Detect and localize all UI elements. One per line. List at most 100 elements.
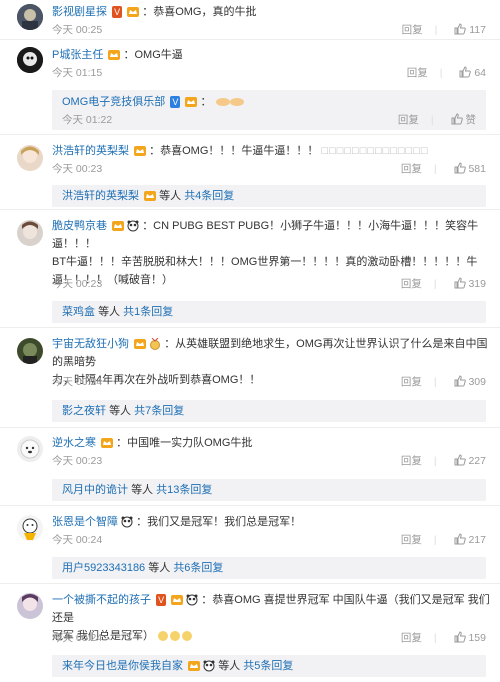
comment-item: P城张主任 ：OMG牛逼 今天 01:15 回复 | 64 OMG电子竞技俱乐部 …	[0, 40, 500, 135]
summary-count[interactable]: 共7条回复	[134, 405, 184, 417]
comment-item: 洪浩轩的英梨梨 ：恭喜OMG！！！牛逼牛逼！！！ □□□□□□□□□□□□□□ …	[0, 135, 500, 210]
avatar[interactable]	[17, 436, 43, 462]
reply-summary[interactable]: 洪浩轩的英梨梨 等人 共4条回复	[52, 185, 486, 207]
summary-text: 等人	[218, 660, 241, 672]
comment-text: ：我们又是冠军！我们总是冠军！	[136, 516, 302, 528]
like-button[interactable]: 217	[454, 532, 486, 548]
reply-button[interactable]: 回复	[401, 276, 422, 292]
comment-text: ：中国唯一实力队OMG牛批	[116, 437, 253, 449]
like-button[interactable]: 581	[454, 161, 486, 177]
like-button[interactable]: 64	[459, 65, 486, 81]
reply-button[interactable]: 回复	[401, 161, 422, 177]
panda-emoji-icon	[203, 660, 215, 672]
thumbs-up-icon	[454, 375, 466, 387]
like-count: 117	[469, 24, 486, 36]
like-button[interactable]: 117	[454, 22, 486, 38]
clap-emoji-icon	[215, 98, 244, 107]
thumbs-up-icon	[454, 533, 466, 545]
summary-count[interactable]: 共13条回复	[156, 484, 212, 496]
vip-crown-icon	[108, 50, 121, 61]
avatar[interactable]	[17, 338, 43, 364]
like-count: 309	[468, 376, 486, 388]
comment-username[interactable]: 一个被撕不起的孩子	[52, 594, 151, 606]
comment-item: 脆皮鸭京巷 ：CN PUBG BEST PUBG！小狮子牛逼！！！小海牛逼！！！…	[0, 210, 500, 328]
summary-text: 等人	[131, 484, 154, 496]
comment-time: 今天 00:24	[52, 534, 103, 546]
vip-crown-icon	[185, 97, 198, 108]
thumbs-up-icon	[451, 113, 463, 125]
comment-text: ：恭喜OMG，真的牛批	[142, 6, 257, 18]
summary-count[interactable]: 共1条回复	[123, 306, 173, 318]
reply-summary[interactable]: 用户5923343186 等人 共6条回复	[52, 557, 486, 579]
panda-emoji-icon	[186, 594, 198, 606]
sub-reply-username[interactable]: OMG电子竞技俱乐部	[62, 96, 165, 108]
thumbs-up-icon	[454, 23, 467, 35]
reply-button[interactable]: 回复	[398, 112, 419, 128]
vip-crown-icon	[144, 191, 157, 202]
like-count: 227	[468, 455, 486, 467]
comment-username[interactable]: 脆皮鸭京巷	[52, 220, 107, 232]
reply-button[interactable]: 回复	[401, 532, 422, 548]
comment-item: 影视剧星探 V ：恭喜OMG，真的牛批 今天 00:25 回复 | 117	[0, 0, 500, 40]
comment-text: ：恭喜OMG！！！牛逼牛逼！！！	[149, 145, 319, 157]
comment-time: 今天 00:23	[52, 278, 103, 290]
reply-button[interactable]: 回复	[401, 374, 422, 390]
avatar[interactable]	[17, 4, 43, 30]
verified-badge-icon: V	[170, 96, 181, 109]
like-count: 581	[468, 163, 486, 175]
summary-count[interactable]: 共4条回复	[184, 190, 234, 202]
avatar[interactable]	[17, 593, 43, 619]
comment-username[interactable]: 张恩是个智障	[52, 516, 118, 528]
reply-button[interactable]: 回复	[407, 65, 428, 81]
like-button[interactable]: 227	[454, 453, 486, 469]
like-count: 217	[468, 534, 486, 546]
comment-time: 今天 01:15	[52, 67, 103, 79]
avatar[interactable]	[17, 47, 43, 73]
comment-username[interactable]: 影视剧星探	[52, 6, 107, 18]
avatar[interactable]	[17, 145, 43, 171]
comment-username[interactable]: 洪浩轩的英梨梨	[52, 145, 129, 157]
comment-item: 逆水之寒 ：中国唯一实力队OMG牛批 今天 00:23 回复 | 227 风月中的…	[0, 428, 500, 506]
thumbs-up-icon	[454, 454, 466, 466]
reply-summary[interactable]: 菜鸡盒 等人 共1条回复	[52, 301, 486, 323]
avatar[interactable]	[17, 220, 43, 246]
comment-time: 今天 00:23	[52, 163, 103, 175]
summary-username[interactable]: 洪浩轩的英梨梨	[62, 190, 139, 202]
vip-crown-icon	[112, 221, 125, 232]
summary-username[interactable]: 菜鸡盒	[62, 306, 95, 318]
comment-username[interactable]: 宇宙无敌狂小狗	[52, 338, 129, 350]
summary-username[interactable]: 风月中的诡计	[62, 484, 128, 496]
summary-username[interactable]: 用户5923343186	[62, 562, 145, 574]
like-button[interactable]: 赞	[451, 112, 476, 128]
comment-username[interactable]: 逆水之寒	[52, 437, 96, 449]
vip-crown-icon	[101, 438, 114, 449]
reply-summary[interactable]: 影之夜轩 等人 共7条回复	[52, 400, 486, 422]
verified-badge-icon: V	[156, 594, 167, 607]
panda-emoji-icon	[127, 220, 139, 232]
like-count: 319	[468, 278, 486, 290]
medal-emoji-icon	[150, 338, 161, 351]
comment-username[interactable]: P城张主任	[52, 49, 103, 61]
summary-count[interactable]: 共5条回复	[243, 660, 293, 672]
reply-button[interactable]: 回复	[402, 22, 423, 38]
like-button[interactable]: 159	[454, 630, 486, 646]
sub-reply: OMG电子竞技俱乐部 V ： 今天 01:22 回复 | 赞	[52, 90, 486, 130]
verified-badge-icon: V	[112, 6, 123, 19]
like-count: 64	[474, 67, 486, 79]
comment-item: 张恩是个智障 ：我们又是冠军！我们总是冠军！ 今天 00:24 回复 | 217 …	[0, 506, 500, 584]
vip-crown-icon	[134, 339, 147, 350]
summary-username[interactable]: 来年今日也是你侯我自家	[62, 660, 183, 672]
reply-summary[interactable]: 风月中的诡计 等人 共13条回复	[52, 479, 486, 501]
vip-crown-icon	[188, 661, 201, 672]
reply-button[interactable]: 回复	[401, 453, 422, 469]
thumbs-up-icon	[454, 277, 466, 289]
reply-summary[interactable]: 来年今日也是你侯我自家 等人 共5条回复	[52, 655, 486, 677]
like-button[interactable]: 319	[454, 276, 486, 292]
summary-count[interactable]: 共6条回复	[173, 562, 223, 574]
avatar[interactable]	[17, 515, 43, 541]
sub-reply-text: ：	[200, 96, 212, 108]
summary-username[interactable]: 影之夜轩	[62, 405, 106, 417]
comment-time: 今天 00:23	[52, 455, 103, 467]
like-button[interactable]: 309	[454, 374, 486, 390]
reply-button[interactable]: 回复	[401, 630, 422, 646]
